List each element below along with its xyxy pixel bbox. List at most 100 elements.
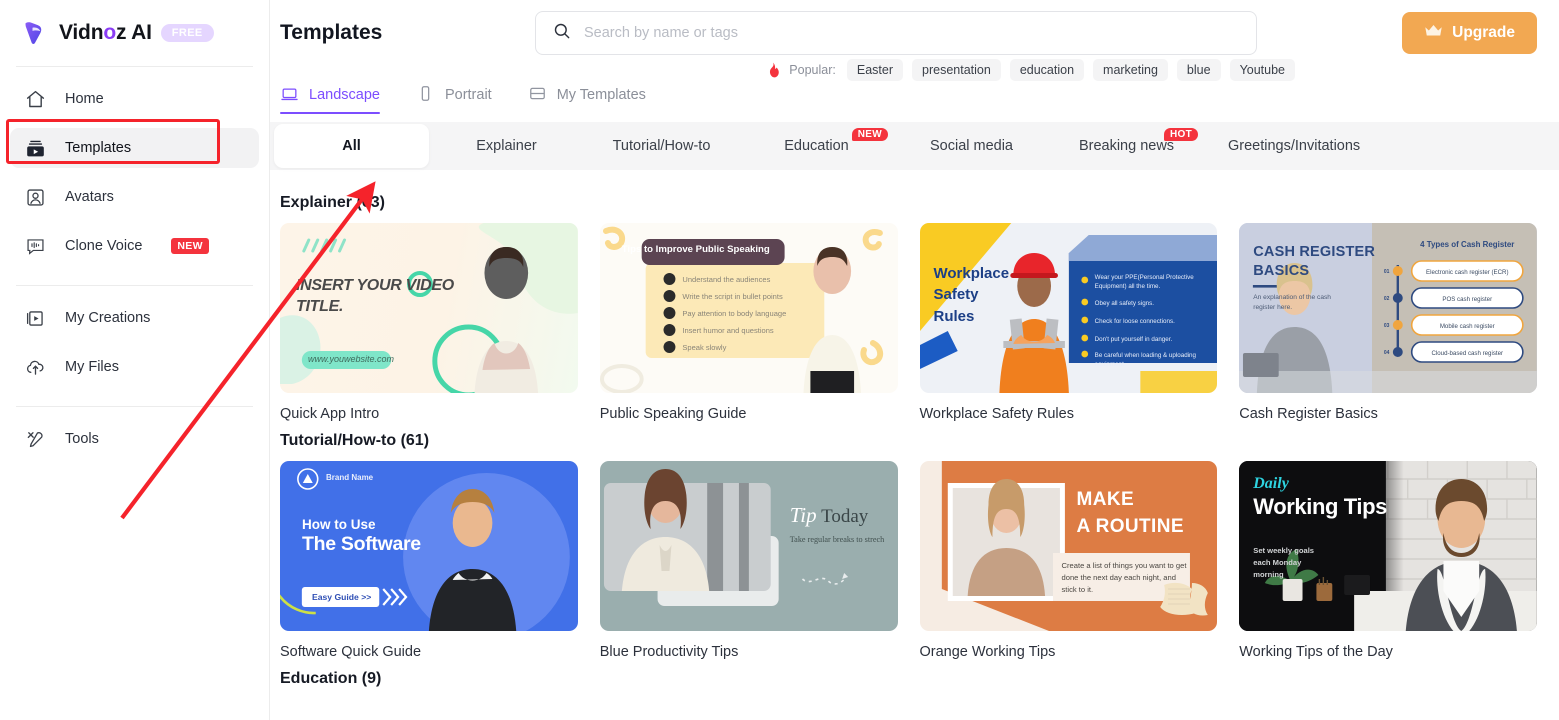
svg-text:Wear your PPE(Personal Protect: Wear your PPE(Personal Protective <box>1094 274 1194 281</box>
category-tab-explainer[interactable]: Explainer <box>429 122 584 170</box>
template-card[interactable]: Understand the audiences Write the scrip… <box>599 223 898 422</box>
svg-text:Electronic cash register (ECR): Electronic cash register (ECR) <box>1426 269 1508 276</box>
sidebar-item-my-creations[interactable]: My Creations <box>10 298 259 338</box>
svg-text:Don't put yourself in danger.: Don't put yourself in danger. <box>1094 336 1172 343</box>
thumb-brand-text: Brand Name <box>326 473 374 482</box>
thumb-title-text: Workplace Safety Rules <box>933 265 1010 325</box>
brand-name: Vidnoz AI <box>59 21 152 44</box>
popular-tag-easter[interactable]: Easter <box>846 59 903 81</box>
template-thumbnail[interactable]: Understand the audiences Write the scrip… <box>599 223 898 393</box>
thumb-url-text: www.youwebsite.com <box>308 354 395 364</box>
sidebar-item-label: My Creations <box>65 310 151 326</box>
template-thumbnail[interactable]: Wear your PPE(Personal Protective Equipm… <box>919 223 1218 393</box>
brand-logo-area[interactable]: Vidnoz AI FREE <box>0 0 269 66</box>
svg-text:Be careful when loading & uplo: Be careful when loading & uploading <box>1094 352 1196 359</box>
category-tab-tutorial[interactable]: Tutorial/How-to <box>584 122 739 170</box>
section-title-explainer: Explainer (63) <box>280 194 385 211</box>
search-input[interactable] <box>584 25 1240 41</box>
template-card-label: Orange Working Tips <box>919 644 1056 660</box>
upgrade-button[interactable]: Upgrade <box>1402 12 1537 54</box>
category-tab-social-media[interactable]: Social media <box>894 122 1049 170</box>
fire-icon <box>766 62 780 78</box>
svg-text:04: 04 <box>1384 350 1390 356</box>
svg-text:POS cash register: POS cash register <box>1443 296 1493 303</box>
template-card[interactable]: Wear your PPE(Personal Protective Equipm… <box>919 223 1218 422</box>
sidebar-item-templates[interactable]: Templates <box>10 128 259 168</box>
template-card[interactable]: MAKE A ROUTINE Create a list of things y… <box>919 461 1218 660</box>
sidebar-item-label: Avatars <box>65 189 114 205</box>
tab-portrait[interactable]: Portrait <box>416 76 492 114</box>
popular-tag-youtube[interactable]: Youtube <box>1229 59 1295 81</box>
sidebar-item-label: Templates <box>65 140 132 156</box>
popular-tag-marketing[interactable]: marketing <box>1093 59 1168 81</box>
category-tab-education[interactable]: Education NEW <box>739 122 894 170</box>
template-card[interactable]: INSERT YOUR VIDEO TITLE. www.youwebsite.… <box>280 223 578 422</box>
popular-tags-row: Popular: Easter presentation education m… <box>535 59 1295 81</box>
svg-text:4 Types of Cash Register: 4 Types of Cash Register <box>1420 240 1514 249</box>
sidebar-item-label: Clone Voice <box>65 238 143 254</box>
tab-my-templates[interactable]: My Templates <box>528 76 646 114</box>
svg-text:Mobile cash register: Mobile cash register <box>1440 323 1495 330</box>
template-thumbnail[interactable]: Daily Working Tips Set weekly goals each… <box>1239 461 1537 631</box>
template-card[interactable]: 01 02 03 04 Electronic cash register (ECR) … <box>1239 223 1537 422</box>
svg-text:03: 03 <box>1384 323 1390 329</box>
template-card[interactable]: Daily Working Tips Set weekly goals each… <box>1239 461 1537 660</box>
my-templates-icon <box>528 84 547 107</box>
popular-tag-education[interactable]: education <box>1009 59 1085 81</box>
thumb-title-text: CASH REGISTER BASICS <box>1253 244 1376 279</box>
thumb-cta-text: Easy Guide >> <box>312 592 372 602</box>
category-tab-all[interactable]: All <box>274 124 429 168</box>
popular-tag-presentation[interactable]: presentation <box>912 59 1001 81</box>
sidebar-item-label: Tools <box>65 431 99 447</box>
template-card-label: Blue Productivity Tips <box>599 644 739 660</box>
sidebar-item-clone-voice[interactable]: Clone Voice NEW <box>10 226 259 266</box>
template-card-label: Workplace Safety Rules <box>919 406 1074 422</box>
template-card-label: Quick App Intro <box>280 406 380 422</box>
template-card[interactable]: Tip Today Take regular breaks to strech … <box>599 461 898 660</box>
sidebar-group-tools: Tools <box>0 407 269 478</box>
category-tab-label: All <box>342 138 361 154</box>
template-thumbnail[interactable]: INSERT YOUR VIDEO TITLE. www.youwebsite.… <box>280 223 578 393</box>
search-box[interactable] <box>535 11 1257 55</box>
category-tab-breaking-news[interactable]: Breaking news HOT <box>1049 122 1204 170</box>
svg-text:Check for loose connections.: Check for loose connections. <box>1094 318 1174 325</box>
topbar: Templates Popular: <box>270 0 1559 81</box>
popular-tag-blue[interactable]: blue <box>1176 59 1221 81</box>
svg-text:Speak slowly: Speak slowly <box>682 343 726 352</box>
category-tab-greetings[interactable]: Greetings/Invitations <box>1204 122 1384 170</box>
template-card[interactable]: Brand Name How to Use The Software Easy … <box>280 461 578 660</box>
tab-label: Portrait <box>444 87 492 103</box>
tab-landscape[interactable]: Landscape <box>280 76 380 114</box>
plan-badge: FREE <box>160 24 214 42</box>
template-thumbnail[interactable]: MAKE A ROUTINE Create a list of things y… <box>919 461 1218 631</box>
template-grid-tutorial: Brand Name How to Use The Software Easy … <box>280 461 1537 660</box>
template-sections: Explainer (63) INSERT YOUR VIDEO TITLE. … <box>270 170 1559 688</box>
svg-text:Write the script in bullet poi: Write the script in bullet points <box>682 292 783 301</box>
thumb-title-text: MAKE A ROUTINE <box>1076 489 1184 537</box>
tab-label: My Templates <box>556 87 646 103</box>
sidebar: Vidnoz AI FREE Home Templates Avatars Cl… <box>0 0 270 720</box>
template-thumbnail[interactable]: Brand Name How to Use The Software Easy … <box>280 461 578 631</box>
sidebar-item-tools[interactable]: Tools <box>10 419 259 459</box>
sidebar-item-my-files[interactable]: My Files <box>10 347 259 387</box>
section-title-education: Education (9) <box>280 670 382 687</box>
template-card-label: Public Speaking Guide <box>599 406 747 422</box>
creations-icon <box>24 307 46 329</box>
crown-icon <box>1424 23 1443 43</box>
sidebar-item-home[interactable]: Home <box>10 79 259 119</box>
main-content: Templates Popular: <box>270 0 1559 720</box>
portrait-icon <box>416 84 435 107</box>
home-icon <box>24 88 46 110</box>
thumb-subtitle-text: Create a list of things you want to get … <box>1061 561 1187 595</box>
template-thumbnail[interactable]: 01 02 03 04 Electronic cash register (ECR) … <box>1239 223 1537 393</box>
upgrade-label: Upgrade <box>1452 24 1515 41</box>
popular-label: Popular: <box>789 63 836 77</box>
svg-text:Insert humor and questions: Insert humor and questions <box>682 326 774 335</box>
template-grid-explainer: INSERT YOUR VIDEO TITLE. www.youwebsite.… <box>280 223 1537 422</box>
category-tab-bar: All Explainer Tutorial/How-to Education … <box>270 122 1559 170</box>
thumb-title-text: INSERT YOUR VIDEO TITLE. <box>296 277 454 316</box>
template-card-label: Cash Register Basics <box>1239 406 1378 422</box>
svg-text:Understand the audiences: Understand the audiences <box>682 275 770 284</box>
template-thumbnail[interactable]: Tip Today Take regular breaks to strech <box>599 461 898 631</box>
sidebar-item-avatars[interactable]: Avatars <box>10 177 259 217</box>
